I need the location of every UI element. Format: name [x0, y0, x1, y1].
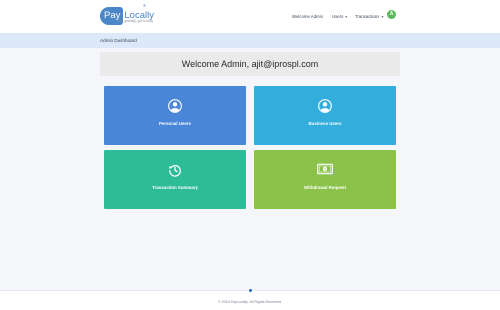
scroll-indicator	[249, 289, 252, 292]
top-navbar: Pay Locally ® Pay globally, get locally …	[0, 0, 500, 33]
copyright-text: © 2018 PayLocally. All Rights Reserved.	[217, 300, 283, 304]
personal-users-card[interactable]: Personal Users	[104, 86, 246, 145]
nav-transactions-dropdown[interactable]: Transactions ▾	[355, 11, 383, 21]
chevron-down-icon: ▾	[381, 13, 384, 19]
nav-transactions-label: Transactions	[355, 13, 380, 19]
footer: © 2018 PayLocally. All Rights Reserved.	[0, 290, 500, 310]
nav-welcome-admin[interactable]: Welcome Admin	[292, 11, 323, 21]
user-circle-icon	[254, 99, 396, 119]
business-users-card[interactable]: Business Users	[254, 86, 396, 145]
nav-users-dropdown[interactable]: Users ▾	[332, 11, 347, 21]
welcome-text: Welcome Admin, ajit@iprospl.com	[181, 59, 319, 69]
page-title: Admin Dashboard	[100, 38, 137, 43]
paylocally-logo[interactable]: Pay Locally	[100, 5, 154, 27]
history-icon	[104, 163, 246, 183]
withdrawal-request-card[interactable]: 1 Withdrawal Request	[254, 150, 396, 209]
logo-tagline: Pay globally, get locally	[117, 19, 154, 23]
transaction-summary-label: Transaction Summary	[152, 185, 198, 190]
transaction-summary-card[interactable]: Transaction Summary	[104, 150, 246, 209]
registered-mark: ®	[143, 3, 146, 8]
business-users-label: Business Users	[308, 121, 342, 126]
money-bill-icon: 1	[254, 163, 396, 183]
personal-users-label: Personal Users	[159, 121, 191, 126]
chevron-down-icon: ▾	[345, 13, 348, 19]
user-circle-icon	[104, 99, 246, 119]
nav-welcome-label: Welcome Admin	[292, 13, 323, 19]
svg-text:1: 1	[324, 167, 326, 171]
user-avatar[interactable]: A	[387, 10, 396, 19]
withdrawal-request-label: Withdrawal Request	[304, 185, 346, 190]
nav-users-label: Users	[332, 13, 344, 19]
breadcrumb: Admin Dashboard	[0, 33, 500, 48]
welcome-banner: Welcome Admin, ajit@iprospl.com	[100, 52, 400, 76]
